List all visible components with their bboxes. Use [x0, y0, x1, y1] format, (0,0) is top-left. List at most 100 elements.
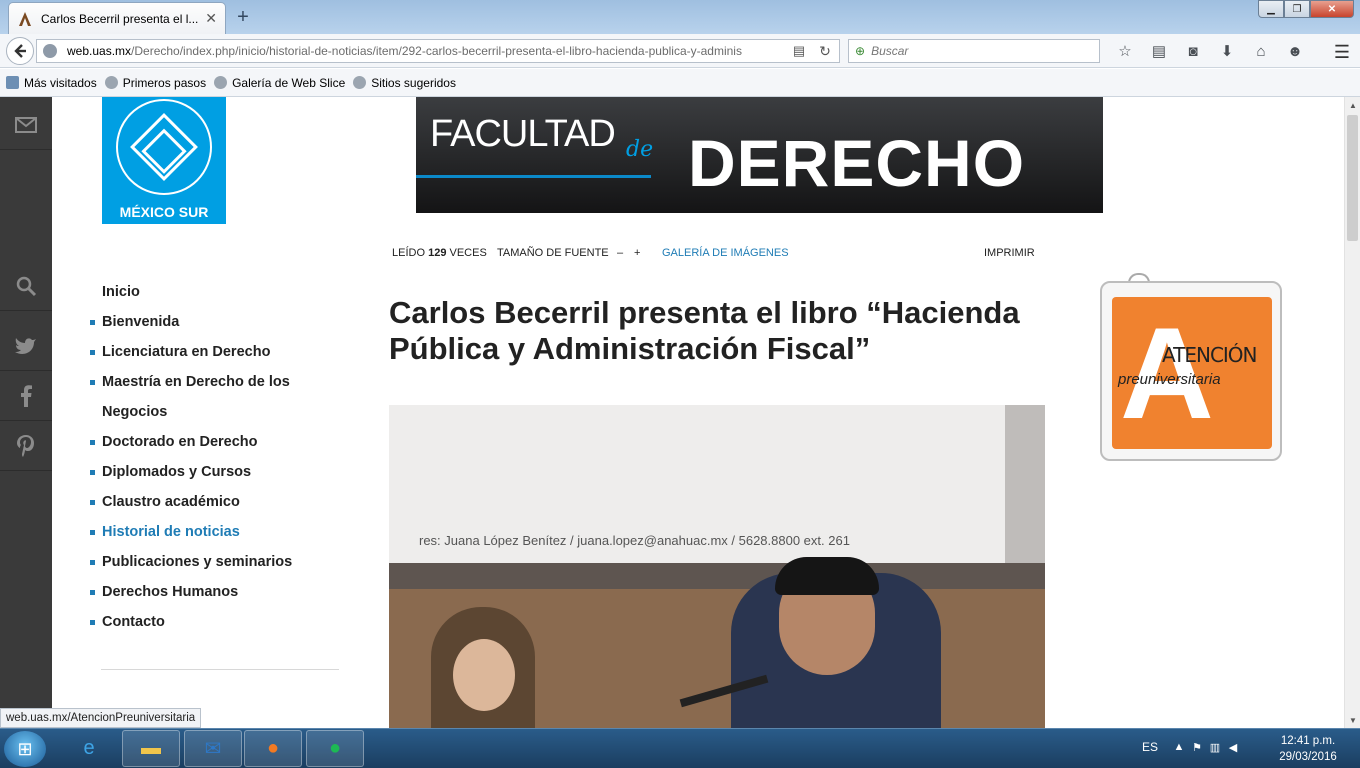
firefox-icon[interactable]: ● [244, 730, 302, 767]
globe-icon [43, 44, 57, 58]
windows-taskbar: ⊞ e ▬ ✉ ● ● ES ▲ ⚑ ▥ ◀ 12:41 p.m. 29/03/… [0, 728, 1360, 768]
facebook-icon[interactable] [0, 371, 52, 421]
scroll-down-icon[interactable]: ▼ [1345, 712, 1360, 728]
back-button[interactable] [6, 37, 34, 65]
tab-strip: Carlos Becerril presenta el l... ✕ + ▁ ❐… [0, 0, 1360, 34]
bookmarks-toolbar: Más visitados Primeros pasos Galería de … [0, 69, 1360, 97]
tray-expand-icon[interactable]: ▲ [1170, 741, 1188, 754]
menu-item-doctorado[interactable]: Doctorado en Derecho [90, 427, 340, 457]
bullet-icon [90, 559, 95, 565]
pinterest-icon[interactable] [0, 421, 52, 471]
university-logo[interactable]: MÉXICO SUR [102, 97, 226, 224]
bullet-icon [90, 589, 95, 595]
banner-derecho-text: DERECHO [688, 126, 1026, 200]
maximize-button[interactable]: ❐ [1284, 0, 1310, 18]
language-indicator[interactable]: ES [1142, 740, 1158, 754]
search-engine-icon[interactable]: ⊕ [855, 44, 865, 58]
pocket-icon[interactable]: ◙ [1176, 40, 1210, 62]
volume-icon[interactable]: ◀ [1224, 741, 1242, 754]
menu-item-maestria-cont[interactable]: Negocios [90, 397, 340, 427]
clock-date: 29/03/2016 [1279, 751, 1337, 763]
close-window-button[interactable]: ✕ [1310, 0, 1354, 18]
new-tab-button[interactable]: + [232, 6, 254, 29]
ad-card: A ATENCIÓN preuniversitaria [1100, 281, 1282, 461]
reader-view-icon[interactable]: ▤ [791, 43, 807, 59]
web-page: MÉXICO SUR FACULTAD de DERECHO LEÍDO 129… [0, 97, 1344, 728]
bullet-icon [90, 349, 95, 355]
photo-caption-text: res: Juana López Benítez / juana.lopez@a… [419, 533, 850, 548]
hamburger-menu-icon[interactable]: ☰ [1334, 42, 1350, 63]
tab-close-icon[interactable]: ✕ [205, 10, 217, 27]
bookmark-getting-started[interactable]: Primeros pasos [104, 76, 206, 90]
vertical-scrollbar[interactable]: ▲ ▼ [1344, 97, 1360, 728]
address-bar[interactable]: web.uas.mx/Derecho/index.php/inicio/hist… [36, 39, 840, 63]
browser-window: Carlos Becerril presenta el l... ✕ + ▁ ❐… [0, 0, 1360, 768]
article-title: Carlos Becerril presenta el libro “Hacie… [389, 295, 1020, 366]
bullet-icon [90, 619, 95, 625]
bookmarks-list-icon[interactable]: ▤ [1142, 40, 1176, 62]
status-bar-url: web.uas.mx/AtencionPreuniversitaria [0, 708, 202, 728]
menu-divider [101, 669, 339, 670]
banner-facultad-text: FACULTAD [430, 113, 616, 155]
menu-item-licenciatura[interactable]: Licenciatura en Derecho [90, 337, 340, 367]
bookmark-star-icon[interactable]: ☆ [1108, 40, 1142, 62]
search-icon[interactable] [0, 261, 52, 311]
tab-title: Carlos Becerril presenta el l... [41, 11, 199, 26]
hello-chat-icon[interactable]: ☻ [1278, 40, 1312, 62]
bookmark-suggested-sites[interactable]: Sitios sugeridos [353, 76, 456, 90]
banner-de-text: de [626, 137, 654, 162]
article-toolbar: LEÍDO 129 VECES TAMAÑO DE FUENTE – + GAL… [392, 247, 1036, 263]
photo-wall-strip [389, 563, 1045, 589]
font-decrease-button[interactable]: – [617, 247, 623, 259]
menu-item-inicio[interactable]: Inicio [90, 277, 340, 307]
font-increase-button[interactable]: + [634, 247, 640, 259]
menu-item-maestria[interactable]: Maestría en Derecho de los [90, 367, 340, 397]
url-text[interactable]: web.uas.mx/Derecho/index.php/inicio/hist… [67, 44, 781, 58]
menu-item-bienvenida[interactable]: Bienvenida [90, 307, 340, 337]
file-explorer-icon[interactable]: ▬ [122, 730, 180, 767]
network-icon[interactable]: ▥ [1206, 741, 1224, 754]
internet-explorer-icon[interactable]: e [60, 730, 118, 767]
tab-active[interactable]: Carlos Becerril presenta el l... ✕ [8, 2, 226, 34]
start-button[interactable]: ⊞ [4, 731, 46, 767]
navigation-bar: web.uas.mx/Derecho/index.php/inicio/hist… [0, 34, 1360, 68]
image-gallery-link[interactable]: GALERÍA DE IMÁGENES [662, 247, 789, 259]
bookmark-folder-icon [6, 76, 19, 89]
ad-title: ATENCIÓN [1162, 343, 1258, 367]
scroll-thumb[interactable] [1347, 115, 1358, 241]
home-icon[interactable]: ⌂ [1244, 40, 1278, 62]
minimize-button[interactable]: ▁ [1258, 0, 1284, 18]
menu-item-publicaciones[interactable]: Publicaciones y seminarios [90, 547, 340, 577]
menu-item-derechos-humanos[interactable]: Derechos Humanos [90, 577, 340, 607]
menu-item-diplomados[interactable]: Diplomados y Cursos [90, 457, 340, 487]
print-link[interactable]: IMPRIMIR [984, 247, 1035, 259]
twitter-icon[interactable] [0, 321, 52, 371]
sidebar-menu: Inicio Bienvenida Licenciatura en Derech… [90, 277, 340, 637]
bookmark-most-visited[interactable]: Más visitados [6, 76, 97, 90]
menu-item-contacto[interactable]: Contacto [90, 607, 340, 637]
globe-icon [104, 76, 118, 89]
atencion-preuniversitaria-ad[interactable]: A ATENCIÓN preuniversitaria [1098, 273, 1294, 465]
scroll-up-icon[interactable]: ▲ [1345, 97, 1360, 113]
window-controls: ▁ ❐ ✕ [1258, 0, 1354, 18]
article-photo[interactable]: res: Juana López Benítez / juana.lopez@a… [389, 405, 1045, 728]
download-icon[interactable]: ⬇ [1210, 40, 1244, 62]
bullet-icon [90, 529, 95, 535]
search-placeholder: Buscar [871, 44, 909, 58]
search-bar[interactable]: ⊕ Buscar [848, 39, 1100, 63]
photo-face-left [453, 639, 515, 711]
social-sidebar [0, 97, 52, 728]
globe-icon [214, 76, 228, 89]
read-count: LEÍDO 129 VECES [392, 247, 487, 259]
mail-icon[interactable] [0, 100, 52, 150]
menu-item-historial[interactable]: Historial de noticias [90, 517, 340, 547]
outlook-icon[interactable]: ✉ [184, 730, 242, 767]
menu-item-claustro[interactable]: Claustro académico [90, 487, 340, 517]
clock[interactable]: 12:41 p.m. 29/03/2016 [1270, 733, 1346, 765]
bookmark-web-slice[interactable]: Galería de Web Slice [214, 76, 345, 90]
action-center-flag-icon[interactable]: ⚑ [1188, 741, 1206, 754]
faculty-banner: FACULTAD de DERECHO [416, 97, 1103, 213]
spotify-icon[interactable]: ● [306, 730, 364, 767]
site-favicon-icon [17, 11, 33, 27]
reload-icon[interactable]: ↻ [817, 43, 833, 60]
